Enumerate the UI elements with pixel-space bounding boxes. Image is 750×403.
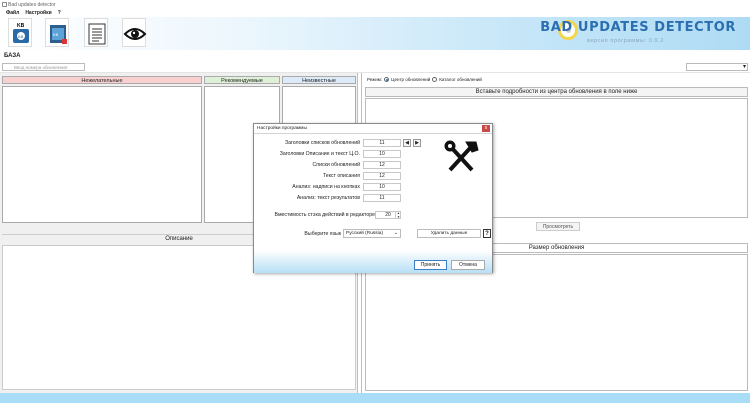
setting-value[interactable]: 12 bbox=[363, 161, 401, 169]
arrow-left-icon[interactable]: ◀ bbox=[403, 139, 411, 147]
preview-button[interactable]: Просмотреть bbox=[536, 222, 580, 231]
help-button[interactable]: ? bbox=[483, 229, 491, 238]
setting-value[interactable]: 11 bbox=[363, 194, 401, 202]
setting-value[interactable]: 12 bbox=[363, 172, 401, 180]
spinner-icon[interactable]: ▲ ▼ bbox=[395, 211, 401, 219]
section-header: БАЗА bbox=[0, 50, 750, 62]
setting-value[interactable]: 11 bbox=[363, 139, 401, 147]
db-icon[interactable]: KB bbox=[45, 18, 69, 47]
title-bar: Bad updates detector bbox=[0, 0, 750, 9]
top-dropdown[interactable] bbox=[686, 63, 748, 71]
section-title: БАЗА bbox=[4, 53, 21, 59]
delete-data-button[interactable]: Удалить данные bbox=[417, 229, 481, 238]
tools-icon bbox=[442, 140, 482, 176]
setting-label: Списки обновлений bbox=[312, 162, 360, 168]
search-input[interactable]: Ввод номера обновления bbox=[2, 63, 85, 71]
logo-version: версия программы: 0.9.2 bbox=[586, 38, 664, 44]
mode-option-catalog[interactable]: Каталог обновлений bbox=[439, 77, 482, 82]
ok-button[interactable]: Принять bbox=[414, 260, 447, 270]
mode-label: Режим: bbox=[367, 77, 383, 82]
mode-radio-catalog[interactable] bbox=[432, 77, 438, 82]
dialog-title-bar: Настройки программы x bbox=[254, 124, 492, 134]
mode-radio-update-center[interactable] bbox=[384, 77, 390, 82]
svg-text:KB: KB bbox=[53, 32, 59, 37]
menu-help[interactable]: ? bbox=[58, 10, 61, 16]
settings-dialog: Настройки программы x Заголовки списков … bbox=[253, 123, 493, 273]
setting-value[interactable]: 10 bbox=[363, 183, 401, 191]
svg-text:KB: KB bbox=[17, 23, 25, 29]
size-box[interactable] bbox=[365, 254, 748, 391]
language-label: Выберите язык bbox=[304, 231, 341, 237]
stack-label: Вместимость стэка действий в редакторе bbox=[274, 212, 375, 218]
arrow-right-icon[interactable]: ▶ bbox=[413, 139, 421, 147]
unwanted-list[interactable] bbox=[2, 86, 202, 223]
setting-label: Анализ: надписи на кнопках bbox=[292, 184, 360, 190]
app-icon bbox=[2, 2, 7, 7]
cancel-button[interactable]: Отмена bbox=[451, 260, 485, 270]
svg-text:KB: KB bbox=[18, 34, 24, 39]
window-title: Bad updates detector bbox=[8, 1, 56, 8]
close-icon[interactable]: x bbox=[482, 125, 490, 132]
mode-selector: Режим: Центр обновлений Каталог обновлен… bbox=[367, 77, 482, 82]
document-icon[interactable] bbox=[84, 18, 108, 47]
setting-label: Анализ: текст результатов bbox=[296, 195, 360, 201]
status-bar bbox=[0, 393, 750, 403]
kb-icon[interactable]: KB KB bbox=[8, 18, 32, 47]
language-select[interactable]: Русский (Russia) bbox=[343, 229, 401, 238]
menu-settings[interactable]: Настройки bbox=[25, 10, 51, 16]
paste-header: Вставьте подробности из центра обновлени… bbox=[365, 87, 748, 97]
setting-label: Заголовки списков обновлений bbox=[284, 140, 360, 146]
logo-title: BAD UPDATES DETECTOR bbox=[540, 20, 736, 35]
menu-file[interactable]: Файл bbox=[6, 10, 19, 16]
dialog-title: Настройки программы bbox=[257, 126, 307, 131]
setting-label: Заголовки Описание и текст Ц.О. bbox=[279, 151, 360, 157]
unwanted-header[interactable]: Нежелательные bbox=[2, 76, 202, 84]
setting-value[interactable]: 10 bbox=[363, 150, 401, 158]
mode-option-update-center[interactable]: Центр обновлений bbox=[391, 77, 430, 82]
setting-label: Текст описания bbox=[322, 173, 360, 179]
eye-icon[interactable] bbox=[122, 18, 147, 47]
recommended-header[interactable]: Рекомендуемые bbox=[204, 76, 280, 84]
unknown-header[interactable]: Неизвестные bbox=[282, 76, 356, 84]
menu-bar: Файл Настройки ? bbox=[0, 9, 750, 17]
